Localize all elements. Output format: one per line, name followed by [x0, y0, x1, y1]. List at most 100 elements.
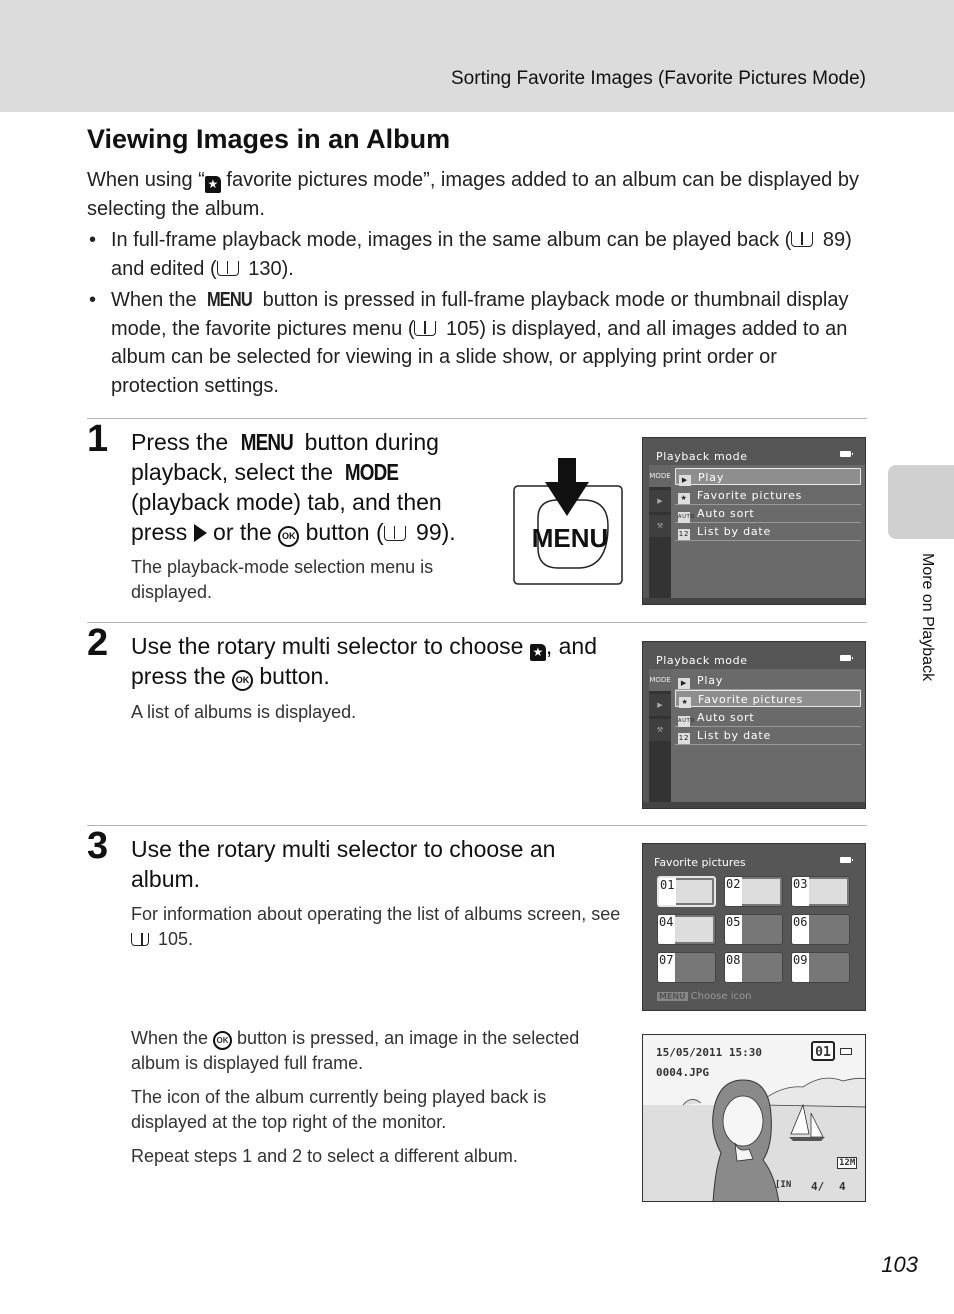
- step-note: For information about operating the list…: [131, 904, 621, 949]
- book-reference-icon: [414, 320, 437, 336]
- frame-total: 4: [839, 1180, 846, 1193]
- divider: [87, 418, 867, 419]
- camera-screen-playback-mode: Playback mode MODE ▶ ⚒ ▶ Play ★ Favorite p…: [642, 437, 866, 605]
- album-number: 02: [725, 877, 742, 906]
- menu-button-icon: MENU: [240, 429, 293, 455]
- menu-button-illustration: MENU: [513, 458, 623, 585]
- album-icon-indicator: 01: [811, 1041, 835, 1061]
- chapter-tab: [888, 465, 954, 539]
- favorite-star-icon: ★: [679, 697, 691, 708]
- section-title: Sorting Favorite Images (Favorite Pictur…: [451, 68, 866, 89]
- calendar-icon: 12: [678, 733, 690, 744]
- step-number: 3: [87, 825, 109, 867]
- image-size-icon: 12M: [837, 1157, 858, 1169]
- album-cell[interactable]: 01: [657, 876, 716, 907]
- play-icon: ▶: [678, 678, 690, 689]
- step-note: When the OK button is pressed, an image …: [131, 1028, 580, 1073]
- menu-panel: ▶ Play ★ Favorite pictures AUTO Auto sort 1…: [671, 465, 865, 600]
- screen-title: Playback mode: [656, 654, 748, 667]
- menu-item-auto-sort[interactable]: AUTO Auto sort: [675, 709, 861, 727]
- menu-item-auto-sort[interactable]: AUTO Auto sort: [675, 505, 861, 523]
- play-icon: ▶: [679, 475, 691, 486]
- step-heading: Use the rotary multi selector to choose …: [131, 633, 597, 691]
- album-thumbnail: [809, 879, 847, 904]
- menu-button-label: MENU: [532, 523, 609, 553]
- album-cell[interactable]: 08: [724, 952, 783, 983]
- page-number: 103: [881, 1252, 918, 1277]
- page-title: Viewing Images in an Album: [87, 124, 451, 154]
- intro: When using “★ favorite pictures mode”, i…: [87, 166, 867, 403]
- menu-panel: ▶ Play ★ Favorite pictures AUTO Auto sort 1…: [671, 669, 865, 804]
- intro-bullets: In full-frame playback mode, images in t…: [87, 226, 867, 400]
- book-reference-icon: [216, 260, 239, 276]
- album-thumbnail: [676, 880, 712, 903]
- menu-item-play[interactable]: ▶ Play: [675, 672, 861, 690]
- playback-tab[interactable]: ▶: [649, 694, 671, 716]
- header-band: [0, 0, 954, 112]
- divider: [87, 622, 867, 623]
- step-note: A list of albums is displayed.: [131, 702, 357, 722]
- setup-tab[interactable]: ⚒: [649, 719, 671, 741]
- boat-hull: [789, 1137, 825, 1141]
- mode-tab[interactable]: MODE: [649, 465, 671, 487]
- screen-bottom-bar: [643, 598, 865, 604]
- album-number: 05: [725, 915, 742, 944]
- album-number: 04: [658, 915, 675, 944]
- battery-icon: [840, 857, 853, 863]
- album-number: 07: [658, 953, 675, 982]
- menu-item-list-by-date[interactable]: 12 List by date: [675, 523, 861, 541]
- menu-tab-column: MODE ▶ ⚒: [649, 669, 671, 804]
- ok-button-icon: OK: [213, 1031, 233, 1050]
- album-number: 08: [725, 953, 742, 982]
- step-number: 1: [87, 418, 109, 460]
- favorite-star-icon: ★: [529, 644, 546, 661]
- battery-icon: [840, 451, 853, 457]
- book-reference-icon: [383, 526, 406, 541]
- album-number: 09: [792, 953, 809, 982]
- date-time: 15/05/2011 15:30: [656, 1046, 762, 1059]
- right-arrow-icon: [193, 524, 207, 542]
- step-heading: Use the rotary multi selector to choose …: [131, 836, 556, 892]
- intro-paragraph: When using “★ favorite pictures mode”, i…: [87, 169, 859, 220]
- album-cell[interactable]: 02: [724, 876, 783, 907]
- album-number: 03: [792, 877, 809, 906]
- chapter-label: More on Playback: [919, 553, 936, 682]
- camera-screen-album-list: Favorite pictures 01 02 03 04 05 06 07 08 09 MEN…: [642, 843, 866, 1011]
- internal-memory-icon: [IN: [775, 1180, 792, 1190]
- auto-sort-icon: AUTO: [678, 716, 694, 727]
- album-number: 01: [659, 878, 676, 905]
- album-cell[interactable]: 03: [791, 876, 850, 907]
- mode-tab[interactable]: MODE: [649, 669, 671, 691]
- bullet-item: When the MENU button is pressed in full-…: [87, 286, 867, 400]
- auto-sort-icon: AUTO: [678, 512, 694, 523]
- album-cell[interactable]: 06: [791, 914, 850, 945]
- book-reference-icon: [131, 933, 149, 946]
- album-number: 06: [792, 915, 809, 944]
- screen-bottom-bar: [643, 802, 865, 808]
- ok-button-icon: OK: [232, 670, 253, 691]
- album-cell[interactable]: 07: [657, 952, 716, 983]
- menu-item-favorite-pictures[interactable]: ★ Favorite pictures: [675, 690, 861, 708]
- frame-counter: 4/: [811, 1180, 825, 1193]
- setup-tab[interactable]: ⚒: [649, 515, 671, 537]
- step-note: The playback-mode selection menu is disp…: [131, 557, 434, 602]
- battery-icon: [840, 655, 853, 661]
- menu-item-favorite-pictures[interactable]: ★ Favorite pictures: [675, 487, 861, 505]
- mode-tab-icon: MODE: [345, 459, 399, 485]
- divider: [87, 825, 867, 826]
- camera-screen-favorite-selected: Playback mode MODE ▶ ⚒ ▶ Play ★ Favorite p…: [642, 641, 866, 809]
- screen-footer: MENU Choose icon: [657, 991, 752, 1002]
- favorite-star-icon: ★: [678, 493, 690, 504]
- menu-button-icon: MENU: [207, 289, 253, 311]
- album-cell[interactable]: 04: [657, 914, 716, 945]
- album-thumbnail: [675, 917, 713, 942]
- album-cell[interactable]: 05: [724, 914, 783, 945]
- menu-item-play[interactable]: ▶ Play: [675, 468, 861, 486]
- menu-item-list-by-date[interactable]: 12 List by date: [675, 727, 861, 745]
- menu-tab-column: MODE ▶ ⚒: [649, 465, 671, 600]
- screen-title: Favorite pictures: [654, 856, 746, 869]
- album-cell[interactable]: 09: [791, 952, 850, 983]
- screen-title: Playback mode: [656, 450, 748, 463]
- playback-tab[interactable]: ▶: [649, 490, 671, 512]
- step-number: 2: [87, 622, 109, 664]
